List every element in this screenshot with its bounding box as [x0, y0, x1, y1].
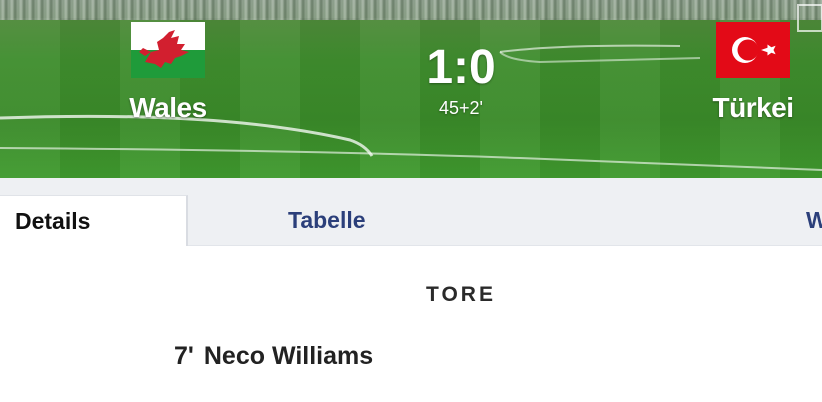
tab-bar: Details Tabelle W [0, 178, 822, 246]
goals-section-title: TORE [426, 283, 496, 306]
goal-item: 7' Neco Williams [174, 342, 373, 371]
tab-details[interactable]: Details [0, 195, 188, 246]
match-score: 1:0 [426, 41, 496, 94]
match-header: Wales 1:0 45+2' Türkei [0, 0, 822, 178]
goal-minute: 7' [174, 342, 194, 370]
goal-scorer: Neco Williams [203, 342, 374, 370]
away-team[interactable]: Türkei [678, 22, 822, 124]
match-minute: 45+2' [439, 98, 483, 118]
tab-more[interactable]: W [806, 195, 822, 246]
home-team[interactable]: Wales [93, 22, 243, 124]
turkey-flag-icon [716, 22, 790, 78]
tab-tabelle[interactable]: Tabelle [288, 195, 366, 246]
wales-flag-icon [131, 22, 205, 78]
away-team-name: Türkei [712, 92, 794, 123]
home-team-name: Wales [129, 92, 207, 123]
